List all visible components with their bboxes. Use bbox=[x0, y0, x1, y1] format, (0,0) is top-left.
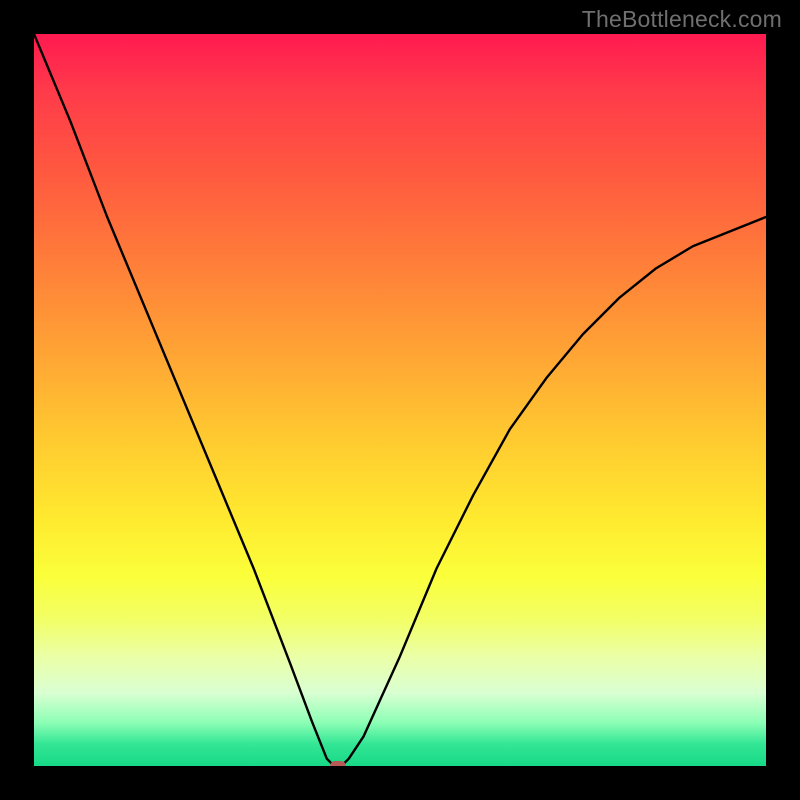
minimum-marker bbox=[330, 761, 346, 766]
bottleneck-curve bbox=[34, 34, 766, 766]
chart-frame: TheBottleneck.com bbox=[0, 0, 800, 800]
watermark-text: TheBottleneck.com bbox=[582, 6, 782, 33]
plot-area bbox=[34, 34, 766, 766]
